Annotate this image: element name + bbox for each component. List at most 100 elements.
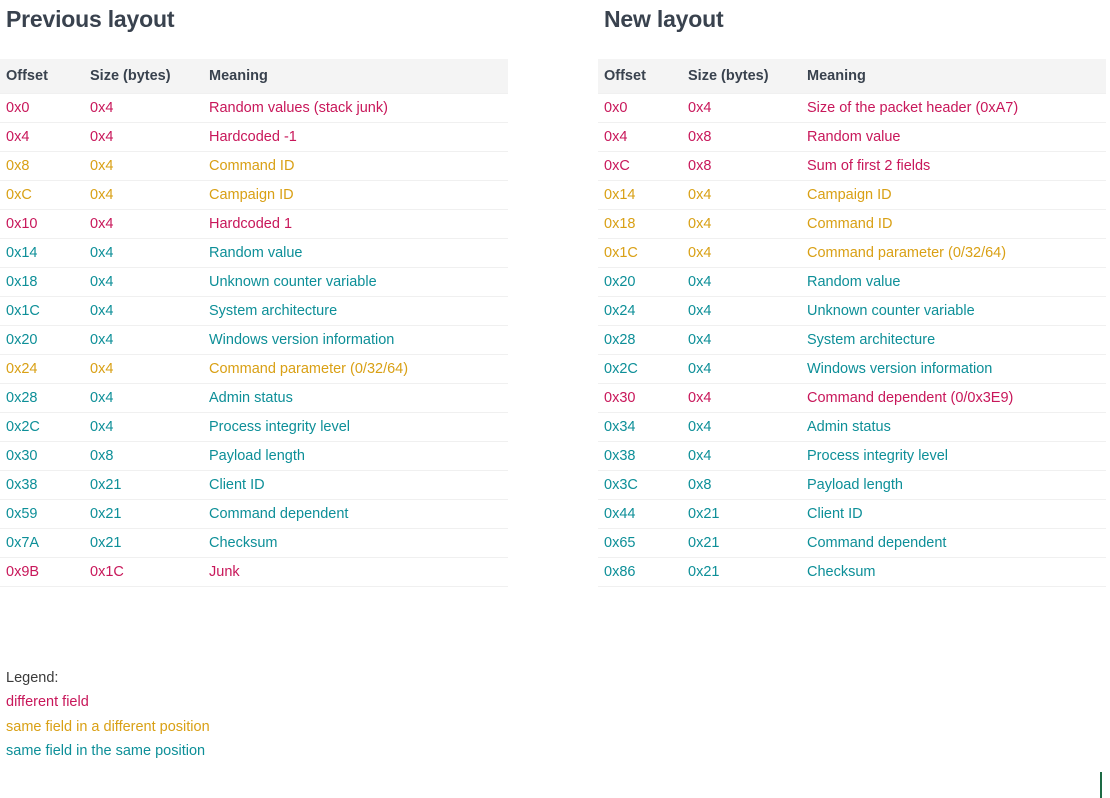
cell-size: 0x4 [682,267,801,297]
cell-meaning: Size of the packet header (0xA7) [801,93,1106,123]
column-header-offset: Offset [0,59,84,94]
column-header-meaning: Meaning [801,59,1106,94]
cell-offset: 0x86 [598,557,682,587]
cell-meaning: Windows version information [801,354,1106,384]
cell-meaning: Windows version information [203,325,508,355]
cell-meaning: Checksum [203,528,508,558]
cell-meaning: Campaign ID [203,180,508,210]
new-layout-table: Offset Size (bytes) Meaning 0x0 0x4 Size o… [598,59,1106,587]
column-header-meaning: Meaning [203,59,508,94]
table-row: 0x24 0x4 Command parameter (0/32/64) [0,354,508,384]
cell-size: 0x4 [682,412,801,442]
cell-meaning: Payload length [801,470,1106,500]
table-row: 0x9B 0x1C Junk [0,557,508,587]
cell-meaning: Command parameter (0/32/64) [203,354,508,384]
cell-offset: 0x18 [0,267,84,297]
cell-meaning: Command dependent [203,499,508,529]
table-header-row: Offset Size (bytes) Meaning [0,59,508,94]
table-row: 0x3C 0x8 Payload length [598,470,1106,500]
cell-meaning: Command dependent (0/0x3E9) [801,383,1106,413]
cell-offset: 0x1C [0,296,84,326]
cell-meaning: Command ID [203,151,508,181]
cell-meaning: System architecture [203,296,508,326]
cell-meaning: Client ID [203,470,508,500]
cell-offset: 0x28 [598,325,682,355]
cell-meaning: Random value [801,122,1106,152]
cell-size: 0x8 [682,122,801,152]
cell-size: 0x4 [682,93,801,123]
cell-size: 0x21 [84,470,203,500]
table-row: 0x1C 0x4 System architecture [0,296,508,326]
cell-offset: 0x38 [0,470,84,500]
cell-size: 0x4 [682,325,801,355]
cell-meaning: Checksum [801,557,1106,587]
cell-size: 0x4 [682,238,801,268]
table-row: 0x7A 0x21 Checksum [0,528,508,558]
cell-size: 0x4 [84,93,203,123]
cell-offset: 0x20 [598,267,682,297]
cell-offset: 0x38 [598,441,682,471]
column-header-size: Size (bytes) [682,59,801,94]
cell-offset: 0x3C [598,470,682,500]
cell-offset: 0xC [598,151,682,181]
cell-offset: 0x59 [0,499,84,529]
table-row: 0x30 0x4 Command dependent (0/0x3E9) [598,383,1106,413]
cell-meaning: Client ID [801,499,1106,529]
cell-size: 0x1C [84,557,203,587]
table-row: 0x1C 0x4 Command parameter (0/32/64) [598,238,1106,268]
cell-offset: 0x4 [0,122,84,152]
cell-meaning: Unknown counter variable [801,296,1106,326]
edge-marker [1100,772,1102,798]
cell-size: 0x4 [84,238,203,268]
cell-size: 0x8 [84,441,203,471]
cell-offset: 0x30 [0,441,84,471]
table-row: 0x4 0x4 Hardcoded -1 [0,122,508,152]
cell-meaning: Admin status [801,412,1106,442]
cell-size: 0x8 [682,470,801,500]
cell-meaning: Command parameter (0/32/64) [801,238,1106,268]
cell-meaning: Random value [203,238,508,268]
cell-offset: 0x4 [598,122,682,152]
previous-layout-panel: Previous layout Offset Size (bytes) Mean… [0,0,520,587]
table-row: 0x28 0x4 System architecture [598,325,1106,355]
cell-size: 0x4 [84,325,203,355]
cell-size: 0x4 [84,412,203,442]
cell-size: 0x4 [84,267,203,297]
cell-meaning: Hardcoded 1 [203,209,508,239]
table-row: 0x14 0x4 Campaign ID [598,180,1106,210]
previous-layout-table: Offset Size (bytes) Meaning 0x0 0x4 Random… [0,59,508,587]
table-row: 0x4 0x8 Random value [598,122,1106,152]
table-row: 0x38 0x21 Client ID [0,470,508,500]
cell-size: 0x21 [682,557,801,587]
table-row: 0xC 0x4 Campaign ID [0,180,508,210]
cell-meaning: Command dependent [801,528,1106,558]
table-row: 0x0 0x4 Size of the packet header (0xA7) [598,93,1106,123]
table-row: 0x10 0x4 Hardcoded 1 [0,209,508,239]
table-header-row: Offset Size (bytes) Meaning [598,59,1106,94]
cell-meaning: Unknown counter variable [203,267,508,297]
cell-meaning: Random values (stack junk) [203,93,508,123]
cell-size: 0x4 [84,383,203,413]
cell-size: 0x4 [682,180,801,210]
cell-size: 0x8 [682,151,801,181]
legend-item-diff: different field [6,694,89,710]
table-row: 0x0 0x4 Random values (stack junk) [0,93,508,123]
cell-size: 0x4 [84,151,203,181]
cell-offset: 0x2C [598,354,682,384]
table-row: 0x24 0x4 Unknown counter variable [598,296,1106,326]
cell-size: 0x21 [682,499,801,529]
cell-offset: 0x24 [598,296,682,326]
cell-meaning: Sum of first 2 fields [801,151,1106,181]
cell-offset: 0x65 [598,528,682,558]
cell-offset: 0x0 [598,93,682,123]
table-row: 0x65 0x21 Command dependent [598,528,1106,558]
cell-meaning: Random value [801,267,1106,297]
cell-meaning: Hardcoded -1 [203,122,508,152]
cell-offset: 0x44 [598,499,682,529]
table-row: 0x20 0x4 Random value [598,267,1106,297]
legend-item-samepos: same field in the same position [6,743,206,759]
cell-meaning: Process integrity level [203,412,508,442]
cell-offset: 0x20 [0,325,84,355]
cell-size: 0x4 [84,354,203,384]
table-row: 0x86 0x21 Checksum [598,557,1106,587]
